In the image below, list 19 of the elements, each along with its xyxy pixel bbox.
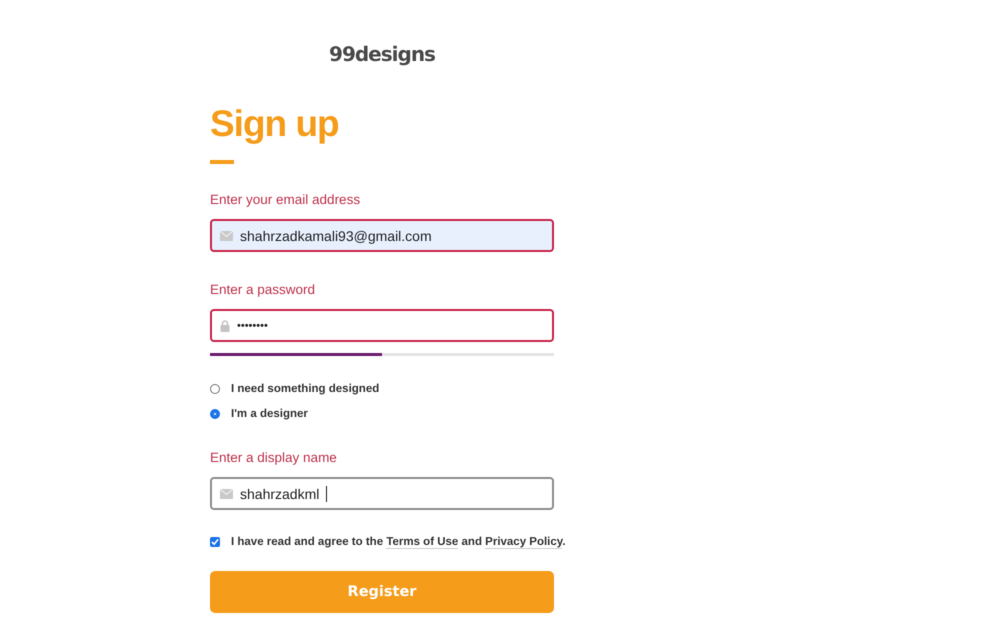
radio-button[interactable] bbox=[210, 409, 220, 419]
field-label: Enter a display name bbox=[210, 450, 337, 465]
agreement-text: I have read and agree to the Terms of Use and Privacy Policy. bbox=[231, 536, 566, 548]
radio-label[interactable]: I'm a designer bbox=[231, 408, 308, 420]
page-title: Sign up bbox=[210, 102, 339, 146]
envelope-icon bbox=[220, 230, 233, 240]
display-name-field[interactable]: shahrzadkml bbox=[210, 477, 554, 510]
terms-link[interactable]: Terms of Use bbox=[386, 536, 458, 549]
envelope-icon bbox=[220, 488, 233, 498]
lock-icon bbox=[220, 320, 230, 332]
privacy-link[interactable]: Privacy Policy bbox=[485, 536, 562, 549]
field-label: Enter your email address bbox=[210, 192, 360, 207]
agreement-checkbox[interactable] bbox=[210, 537, 220, 547]
email-field[interactable]: shahrzadkamali93@gmail.com bbox=[210, 219, 554, 252]
password-field[interactable]: •••••••• bbox=[210, 309, 554, 342]
radio-button[interactable] bbox=[210, 384, 220, 394]
field-label: Enter a password bbox=[210, 282, 316, 297]
radio-label[interactable]: I need something designed bbox=[231, 383, 380, 395]
logo: 99designs bbox=[329, 42, 435, 66]
